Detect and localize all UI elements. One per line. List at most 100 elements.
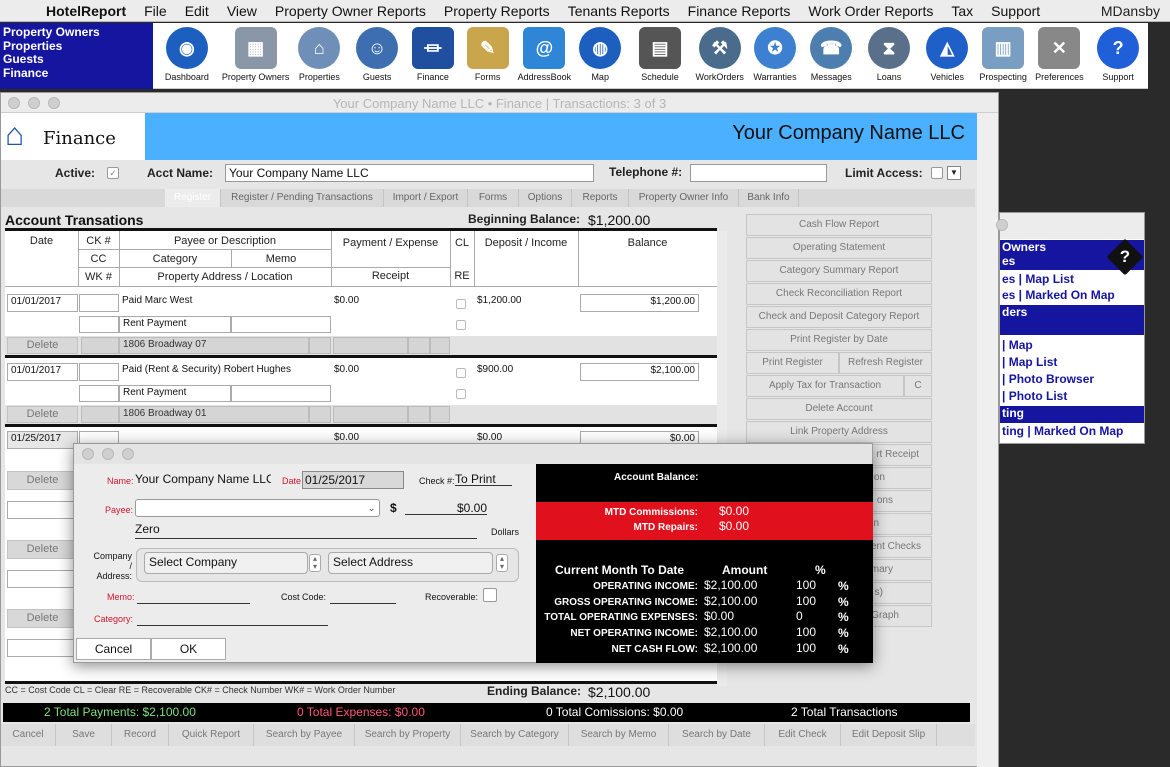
side-window-zoom-button[interactable] [996,219,1008,231]
record-button[interactable]: Record [112,724,169,746]
toolbar-map-button[interactable]: ◍ Map [573,23,627,88]
tax-c-button[interactable]: C [904,375,932,397]
quick-link-property-owners[interactable]: Property Owners [3,25,150,40]
menu-finance-reports[interactable]: Finance Reports [688,3,791,19]
row2-date[interactable]: 01/01/2017 [7,363,78,381]
row2-re-checkbox[interactable] [456,389,466,399]
dialog-minimize-button[interactable] [102,448,114,460]
search-by-payee-button[interactable]: Search by Payee [254,724,355,746]
search-by-date-button[interactable]: Search by Date [669,724,765,746]
cash-flow-report-button[interactable]: Cash Flow Report [746,214,932,236]
row1-memo[interactable] [231,316,331,333]
search-by-property-button[interactable]: Search by Property [355,724,461,746]
row2-ck[interactable] [79,363,119,381]
tab-register[interactable]: Register [165,189,221,207]
toolbar-property-owners-button[interactable]: ▦ Property Owners [221,23,291,88]
company-select-stepper[interactable]: ▴ ▾ [309,554,321,572]
side-link-map-list[interactable]: es | Map List [1000,272,1144,286]
check-reconciliation-report-button[interactable]: Check Reconciliation Report [746,283,932,305]
tab-reports[interactable]: Reports [572,189,629,207]
link-property-address-button[interactable]: Link Property Address [746,421,932,443]
row5-date[interactable] [7,570,78,588]
toolbar-workorders-button[interactable]: ⚒ WorkOrders [693,23,747,88]
row1-receipt-attach[interactable] [408,337,430,354]
toolbar-finance-button[interactable]: ⏛ Finance [406,23,460,88]
row1-ck[interactable] [79,294,119,312]
date-input[interactable]: 01/25/2017 [302,471,404,489]
side-link-map[interactable]: | Map [1000,338,1144,352]
toolbar-vehicles-button[interactable]: ◭ Vehicles [919,23,976,88]
edit-check-button[interactable]: Edit Check [765,724,841,746]
row2-category[interactable]: Rent Payment [119,385,231,402]
side-link-marked-on-map[interactable]: es | Marked On Map [1000,288,1144,302]
apply-tax-button[interactable]: Apply Tax for Transaction [746,375,904,397]
payee-select[interactable] [135,499,380,517]
row2-cl-checkbox[interactable] [456,368,466,378]
tab-forms[interactable]: Forms [468,189,519,207]
check-number-input[interactable]: To Print [455,472,512,486]
row2-receipt[interactable] [333,406,408,423]
row2-delete-button[interactable]: Delete [7,406,78,423]
row2-wk[interactable] [81,406,119,423]
menu-support[interactable]: Support [991,3,1040,19]
row5-delete-button[interactable]: Delete [7,609,78,628]
menu-file[interactable]: File [144,3,167,19]
dialog-cancel-button[interactable]: Cancel [76,638,151,660]
quick-link-guests[interactable]: Guests [3,52,150,67]
row1-payment[interactable]: $0.00 [331,294,450,312]
edit-deposit-slip-button[interactable]: Edit Deposit Slip [841,724,937,746]
row2-deposit[interactable]: $900.00 [474,363,578,381]
print-register-button[interactable]: Print Register [746,352,839,374]
quick-link-properties[interactable]: Properties [3,39,150,54]
row1-cl-checkbox[interactable] [456,299,466,309]
window-scrollbar[interactable] [977,113,998,767]
side-link-photo-list[interactable]: | Photo List [1000,389,1144,403]
chevron-down-icon[interactable]: ⌄ [364,500,379,516]
cost-code-input[interactable] [330,590,396,604]
row1-cc[interactable] [79,316,119,333]
side-link-marked-on-map-2[interactable]: ting | Marked On Map [1000,424,1144,438]
menu-user[interactable]: MDansby [1101,3,1160,19]
toolbar-guests-button[interactable]: ☺ Guests [348,23,406,88]
toolbar-preferences-button[interactable]: ✕ Preferences [1030,23,1088,88]
dialog-close-button[interactable] [82,448,94,460]
row1-date[interactable]: 01/01/2017 [7,294,78,312]
delete-account-button[interactable]: Delete Account [746,398,932,420]
row1-receipt-view[interactable] [430,337,450,354]
toolbar-prospecting-button[interactable]: ▥ Prospecting [976,23,1031,88]
search-by-category-button[interactable]: Search by Category [461,724,569,746]
tab-options[interactable]: Options [519,189,572,207]
limit-access-checkbox[interactable] [931,167,943,179]
row2-receipt-view[interactable] [430,406,450,423]
telephone-input[interactable] [690,164,827,182]
menu-property-owner-reports[interactable]: Property Owner Reports [275,3,426,19]
dialog-ok-button[interactable]: OK [151,638,226,660]
row2-payment[interactable]: $0.00 [331,363,450,381]
row1-receipt[interactable] [333,337,408,354]
cancel-button[interactable]: Cancel [1,724,56,746]
category-summary-report-button[interactable]: Category Summary Report [746,260,932,282]
tab-property-owner-info[interactable]: Property Owner Info [629,189,739,207]
menu-property-reports[interactable]: Property Reports [444,3,550,19]
row4-delete-button[interactable]: Delete [7,540,78,559]
company-select[interactable]: Select Company [144,552,308,574]
acct-name-input[interactable]: Your Company Name LLC [225,164,594,182]
row1-re-checkbox[interactable] [456,320,466,330]
toolbar-loans-button[interactable]: ⧗ Loans [859,23,919,88]
amount-input[interactable]: $0.00 [405,501,487,515]
row4-date[interactable] [7,501,78,519]
row3-date[interactable]: 01/25/2017 [7,431,78,449]
print-register-by-date-button[interactable]: Print Register by Date [746,329,932,351]
menu-view[interactable]: View [227,3,257,19]
row1-address[interactable]: 1806 Broadway 07 [119,337,309,354]
quick-link-finance[interactable]: Finance [3,66,150,81]
quick-report-button[interactable]: Quick Report [169,724,254,746]
row3-delete-button[interactable]: Delete [7,471,78,490]
toolbar-messages-button[interactable]: ☎ Messages [803,23,859,88]
tab-register-pending[interactable]: Register / Pending Transactions [221,189,384,207]
toolbar-schedule-button[interactable]: ▤ Schedule [627,23,693,88]
limit-access-dropdown[interactable]: ▼ [947,166,961,180]
menu-tenants-reports[interactable]: Tenants Reports [568,3,670,19]
row6-date[interactable] [7,639,78,657]
dialog-zoom-button[interactable] [122,448,134,460]
